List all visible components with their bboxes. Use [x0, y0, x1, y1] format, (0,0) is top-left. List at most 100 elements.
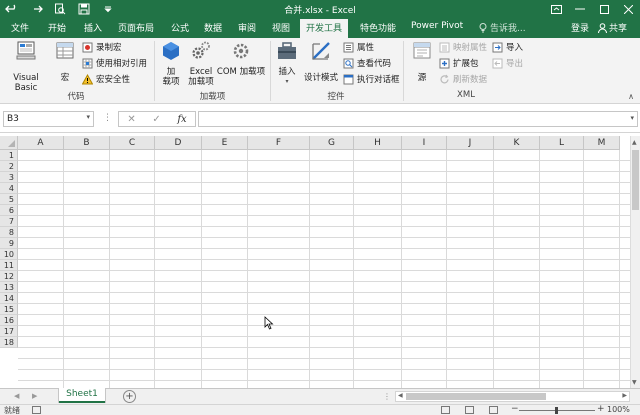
com-addins-button[interactable]: COM 加载项 [215, 40, 267, 77]
zoom-slider-handle[interactable] [555, 407, 558, 414]
row-header[interactable]: 6 [0, 205, 18, 216]
macro-recording-icon[interactable] [32, 406, 41, 414]
add-sheet-button[interactable]: + [123, 390, 136, 403]
zoom-level[interactable]: 100% [607, 405, 630, 414]
horizontal-scrollbar[interactable]: ◀ ▶ [395, 391, 630, 402]
column-header[interactable]: H [354, 136, 402, 150]
column-header[interactable]: F [248, 136, 310, 150]
design-mode-button[interactable]: 设计模式 [301, 40, 341, 83]
map-properties-button[interactable]: 映射属性 [439, 41, 487, 53]
xml-source-button[interactable]: 源 [410, 40, 434, 83]
name-box[interactable]: B3 ▾ [3, 111, 94, 127]
formula-input[interactable]: ▾ [198, 111, 638, 127]
row-header[interactable]: 4 [0, 183, 18, 194]
column-header[interactable]: M [584, 136, 620, 150]
zoom-out-button[interactable]: − [511, 404, 519, 414]
close-icon[interactable] [616, 0, 640, 18]
tab-developer[interactable]: 开发工具 [300, 19, 349, 38]
excel-addins-button[interactable]: Excel 加载项 [185, 40, 217, 87]
row-header[interactable]: 16 [0, 315, 18, 326]
tab-view[interactable]: 视图 [272, 21, 290, 34]
sign-in-link[interactable]: 登录 [571, 21, 589, 34]
tab-power-pivot[interactable]: Power Pivot [411, 21, 463, 31]
relative-references-button[interactable]: 使用相对引用 [82, 57, 147, 69]
macros-button[interactable]: 宏 [53, 40, 77, 83]
maximize-icon[interactable] [592, 0, 616, 18]
row-header[interactable]: 10 [0, 249, 18, 260]
scroll-up-arrow[interactable]: ▲ [632, 139, 637, 146]
visual-basic-button[interactable]: Visual Basic [2, 40, 50, 93]
column-header[interactable]: L [540, 136, 584, 150]
tab-review[interactable]: 审阅 [238, 21, 256, 34]
page-break-view-icon[interactable] [489, 406, 498, 414]
row-header[interactable]: 5 [0, 194, 18, 205]
tab-file[interactable]: 文件 [11, 21, 29, 34]
sheet-tab[interactable]: Sheet1 [59, 388, 105, 403]
column-header[interactable]: D [155, 136, 202, 150]
ribbon-display-options-icon[interactable] [544, 0, 568, 18]
view-code-button[interactable]: 查看代码 [343, 57, 391, 69]
page-layout-view-icon[interactable] [465, 406, 474, 414]
run-dialog-button[interactable]: 执行对话框 [343, 73, 400, 85]
select-all-button[interactable] [0, 136, 18, 150]
row-header[interactable]: 15 [0, 304, 18, 315]
tell-me-box[interactable]: 告诉我... [479, 21, 526, 34]
macro-security-button[interactable]: 宏安全性 [82, 73, 130, 85]
row-header[interactable]: 17 [0, 326, 18, 337]
row-header[interactable]: 18 [0, 337, 18, 348]
expansion-packs-button[interactable]: 扩展包 [439, 57, 479, 69]
row-header[interactable]: 7 [0, 216, 18, 227]
prev-sheet-arrow[interactable]: ◀ [14, 392, 19, 400]
column-header[interactable]: J [447, 136, 494, 150]
zoom-in-button[interactable]: + [597, 404, 605, 414]
refresh-data-button[interactable]: 刷新数据 [439, 73, 487, 85]
scroll-right-arrow[interactable]: ▶ [622, 392, 627, 399]
tab-page-layout[interactable]: 页面布局 [118, 21, 154, 34]
scroll-down-arrow[interactable]: ▼ [632, 379, 637, 386]
import-button[interactable]: 导入 [492, 41, 523, 53]
row-header[interactable]: 8 [0, 227, 18, 238]
vertical-scroll-thumb[interactable] [632, 150, 639, 210]
row-header[interactable]: 2 [0, 161, 18, 172]
insert-function-button[interactable]: fx [177, 114, 186, 125]
column-header[interactable]: A [18, 136, 64, 150]
horizontal-scroll-thumb[interactable] [406, 393, 546, 400]
column-header[interactable]: B [64, 136, 110, 150]
row-header[interactable]: 9 [0, 238, 18, 249]
column-header[interactable]: K [494, 136, 540, 150]
row-header[interactable]: 14 [0, 293, 18, 304]
column-header[interactable]: E [202, 136, 248, 150]
gear-icon [192, 41, 210, 59]
row-header[interactable]: 12 [0, 271, 18, 282]
vertical-scrollbar[interactable]: ▲ ▼ [630, 136, 640, 388]
next-sheet-arrow[interactable]: ▶ [32, 392, 37, 400]
addins-button[interactable]: 加 载项 [158, 40, 184, 87]
collapse-ribbon-icon[interactable]: ∧ [628, 92, 634, 101]
name-box-dropdown-icon[interactable]: ▾ [86, 113, 90, 121]
tab-insert[interactable]: 插入 [84, 21, 102, 34]
formula-bar-resize-handle[interactable]: ⋮ [103, 113, 112, 123]
share-button[interactable]: 共享 [598, 21, 627, 34]
row-header[interactable]: 11 [0, 260, 18, 271]
tab-formulas[interactable]: 公式 [171, 21, 189, 34]
column-header[interactable]: C [110, 136, 155, 150]
expand-formula-bar-icon[interactable]: ▾ [630, 114, 634, 122]
confirm-entry-icon[interactable]: ✓ [152, 114, 160, 125]
minimize-icon[interactable] [568, 0, 592, 18]
tab-home[interactable]: 开始 [48, 21, 66, 34]
column-header[interactable]: G [310, 136, 354, 150]
column-header[interactable]: I [402, 136, 447, 150]
row-header[interactable]: 3 [0, 172, 18, 183]
insert-control-button[interactable]: 插入 ▾ [275, 40, 299, 87]
record-macro-button[interactable]: 录制宏 [82, 41, 122, 53]
tab-data[interactable]: 数据 [204, 21, 222, 34]
cancel-entry-icon[interactable]: ✕ [127, 114, 135, 125]
scroll-left-arrow[interactable]: ◀ [398, 392, 403, 399]
tab-special-features[interactable]: 特色功能 [360, 21, 396, 34]
normal-view-icon[interactable] [441, 406, 450, 414]
export-button[interactable]: 导出 [492, 57, 523, 69]
tab-split-handle[interactable]: ⋮ [383, 392, 391, 401]
row-header[interactable]: 13 [0, 282, 18, 293]
properties-button[interactable]: 属性 [343, 41, 374, 53]
row-header[interactable]: 1 [0, 150, 18, 161]
